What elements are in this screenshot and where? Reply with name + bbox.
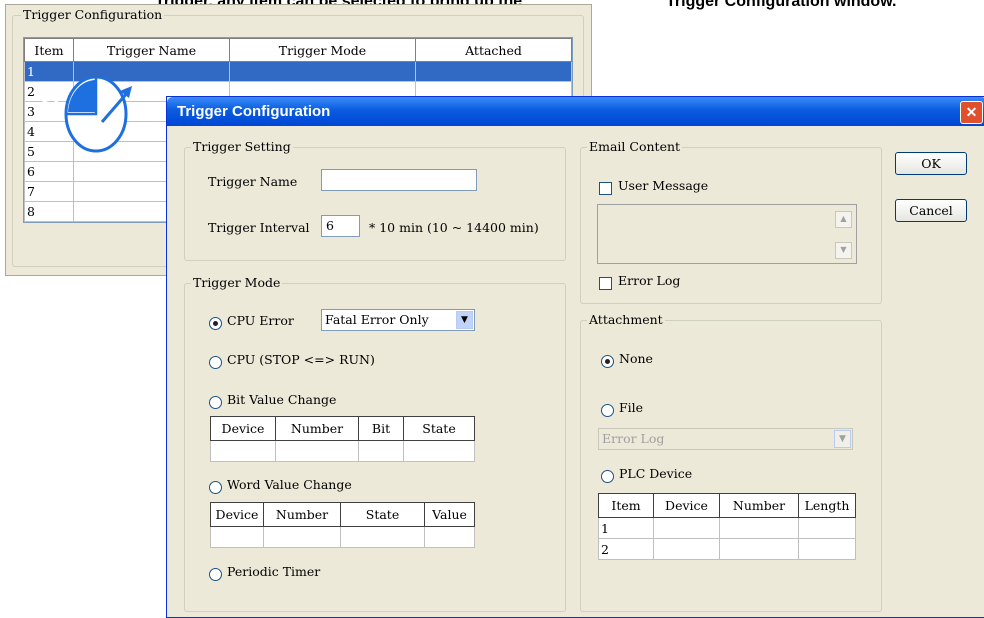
attach-none-label: None — [619, 351, 653, 366]
scroll-up-icon[interactable]: ▲ — [835, 211, 852, 228]
user-message-checkbox[interactable] — [599, 182, 612, 195]
bit-col-bit[interactable]: Bit — [358, 416, 404, 441]
table-row[interactable] — [210, 440, 475, 462]
attach-plc-label: PLC Device — [619, 466, 693, 481]
trigger-interval-label: Trigger Interval — [208, 220, 310, 235]
trigger-name-input[interactable] — [321, 169, 477, 191]
double-click-badge: x2 — [40, 92, 61, 112]
trigger-name-label: Trigger Name — [208, 174, 298, 189]
attach-file-select[interactable]: Error Log ▼ — [598, 428, 853, 450]
plc-col-number[interactable]: Number — [719, 493, 799, 518]
attach-file-select-value: Error Log — [602, 431, 665, 446]
bit-change-label: Bit Value Change — [227, 392, 337, 407]
bit-col-number[interactable]: Number — [275, 416, 359, 441]
word-change-radio[interactable] — [209, 481, 222, 494]
col-trigger-mode[interactable]: Trigger Mode — [229, 38, 416, 62]
attach-file-radio[interactable] — [601, 404, 614, 417]
word-change-label: Word Value Change — [227, 477, 352, 492]
bit-change-radio[interactable] — [209, 396, 222, 409]
scroll-down-icon[interactable]: ▼ — [835, 242, 852, 259]
cpu-run-label: CPU (STOP <=> RUN) — [227, 352, 375, 367]
table-row[interactable] — [210, 526, 475, 548]
bit-col-state[interactable]: State — [403, 416, 475, 441]
table-row[interactable]: 2 — [598, 538, 856, 560]
user-message-label: User Message — [618, 178, 709, 193]
email-content-group: Email Content User Message ▲ ▼ Error Log — [580, 139, 882, 304]
bit-col-device[interactable]: Device — [210, 416, 276, 441]
col-trigger-name[interactable]: Trigger Name — [73, 38, 230, 62]
cpu-error-select-value: Fatal Error Only — [325, 312, 429, 327]
trigger-interval-input[interactable]: 6 — [321, 215, 360, 237]
chevron-down-icon[interactable]: ▼ — [834, 430, 851, 448]
plc-device-table[interactable]: Item Device Number Length 1 2 — [598, 493, 856, 560]
instruction-text-right: Trigger Configuration window. — [666, 0, 897, 10]
col-attached[interactable]: Attached — [415, 38, 572, 62]
group-label: Trigger Configuration — [21, 7, 165, 22]
chevron-down-icon[interactable]: ▼ — [456, 311, 473, 329]
plc-col-length[interactable]: Length — [798, 493, 856, 518]
error-log-label: Error Log — [618, 273, 681, 288]
trigger-setting-group: Trigger Setting Trigger Name Trigger Int… — [184, 139, 566, 261]
cpu-error-label: CPU Error — [227, 313, 294, 328]
trigger-mode-group: Trigger Mode CPU Error Fatal Error Only … — [184, 275, 566, 612]
col-item[interactable]: Item — [24, 38, 74, 62]
plc-col-item[interactable]: Item — [598, 493, 654, 518]
ok-button[interactable]: OK — [895, 152, 967, 175]
plc-col-device[interactable]: Device — [653, 493, 720, 518]
error-log-checkbox[interactable] — [599, 277, 612, 290]
close-button[interactable]: ✕ — [960, 101, 983, 124]
table-row[interactable]: 1 — [598, 517, 856, 539]
cpu-error-radio[interactable] — [209, 317, 222, 330]
attach-file-label: File — [619, 400, 644, 415]
bit-change-table[interactable]: Device Number Bit State — [210, 416, 475, 462]
dialog-title: Trigger Configuration — [177, 103, 331, 120]
periodic-label: Periodic Timer — [227, 564, 321, 579]
mouse-double-click-icon — [64, 78, 132, 153]
user-message-textarea[interactable]: ▲ ▼ — [597, 204, 857, 264]
title-bar[interactable]: Trigger Configuration ✕ — [167, 97, 984, 126]
attachment-group: Attachment None File Error Log ▼ PLC Dev… — [580, 312, 882, 612]
word-col-state[interactable]: State — [340, 502, 425, 527]
trigger-setting-label: Trigger Setting — [191, 139, 293, 154]
word-col-device[interactable]: Device — [210, 502, 264, 527]
attachment-label: Attachment — [587, 312, 665, 327]
cancel-button[interactable]: Cancel — [895, 199, 967, 222]
attach-plc-radio[interactable] — [601, 470, 614, 483]
word-col-number[interactable]: Number — [263, 502, 341, 527]
periodic-radio[interactable] — [209, 568, 222, 581]
trigger-mode-label: Trigger Mode — [191, 275, 283, 290]
word-col-value[interactable]: Value — [424, 502, 475, 527]
cpu-run-radio[interactable] — [209, 356, 222, 369]
attach-none-radio[interactable] — [601, 355, 614, 368]
word-change-table[interactable]: Device Number State Value — [210, 502, 475, 548]
email-content-label: Email Content — [587, 139, 683, 154]
cpu-error-select[interactable]: Fatal Error Only ▼ — [321, 309, 475, 331]
trigger-interval-hint: * 10 min (10 ~ 14400 min) — [369, 220, 539, 235]
trigger-config-dialog: Trigger Configuration ✕ Trigger Setting … — [166, 96, 984, 618]
